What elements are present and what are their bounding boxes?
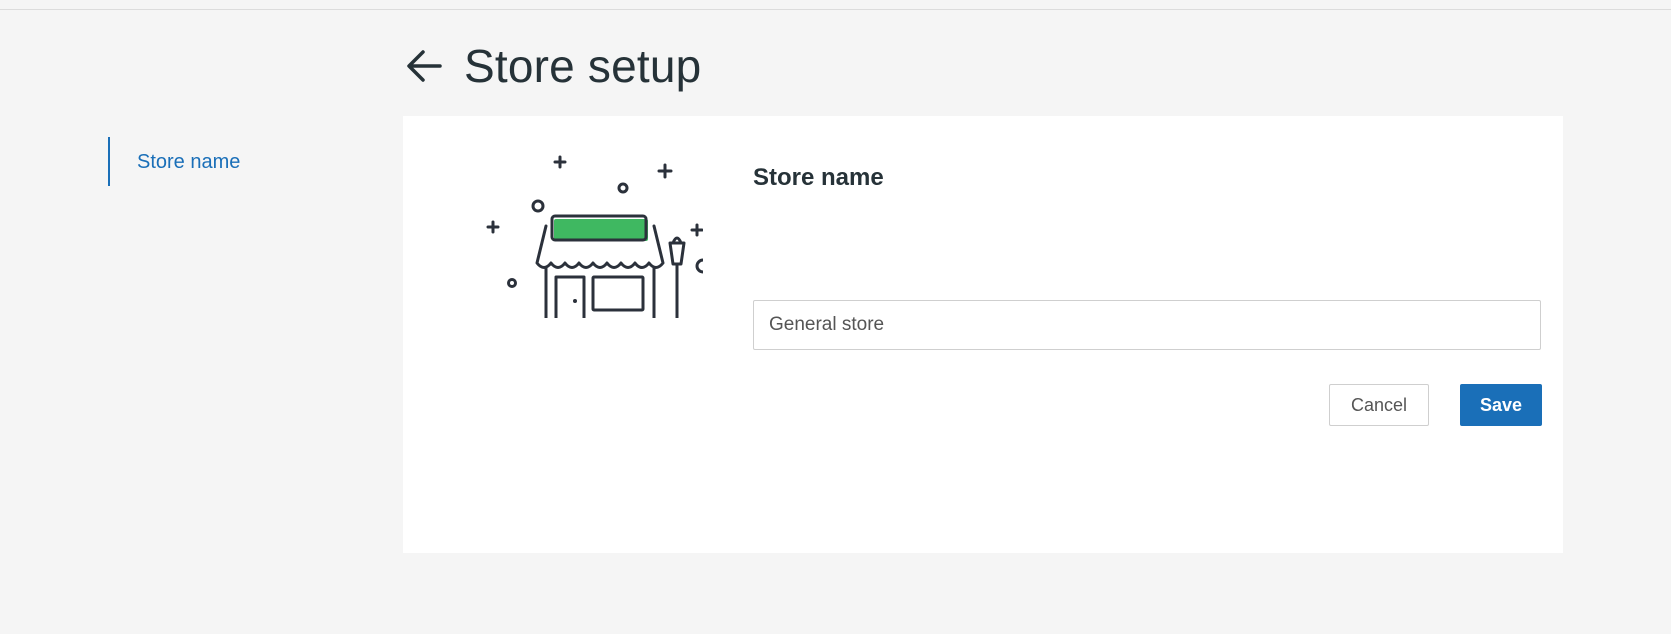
- side-navigation: Store name: [108, 137, 240, 186]
- store-name-input[interactable]: [753, 300, 1541, 350]
- page-header: Store setup: [400, 38, 701, 94]
- back-button[interactable]: [400, 42, 448, 90]
- save-button[interactable]: Save: [1460, 384, 1542, 426]
- arrow-left-icon: [407, 50, 442, 82]
- side-nav-item-store-name[interactable]: Store name: [108, 137, 240, 186]
- section-title: Store name: [753, 164, 884, 191]
- storefront-illustration: [486, 155, 703, 318]
- page-title: Store setup: [464, 40, 702, 92]
- store-name-card: Store name Cancel Save: [403, 116, 1563, 553]
- top-divider: [0, 0, 1671, 10]
- store-name-form: Store name Cancel Save: [753, 162, 1543, 426]
- cancel-button[interactable]: Cancel: [1329, 384, 1429, 426]
